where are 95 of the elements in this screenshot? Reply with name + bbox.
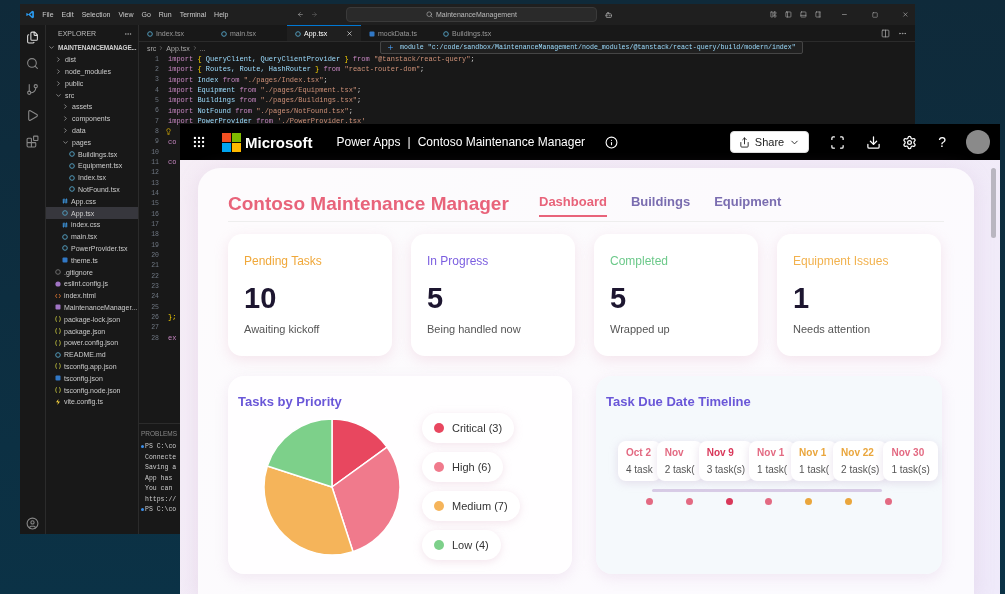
four-squares-logo — [222, 132, 241, 152]
file-icon — [62, 210, 68, 217]
account-icon[interactable] — [26, 517, 39, 530]
chat-bot-icon[interactable] — [604, 9, 613, 20]
plus-icon — [387, 44, 394, 51]
timeline-date: Nov 30 — [891, 447, 926, 458]
panel-left-icon[interactable] — [785, 10, 792, 19]
timeline-count: 3 task(s) — [706, 464, 746, 475]
braces-icon — [55, 316, 61, 323]
stat-value: 10 — [244, 282, 278, 315]
timeline-count: 4 task — [626, 464, 653, 475]
stat-label: Pending Tasks — [244, 254, 323, 268]
lightbulb-icon[interactable] — [165, 127, 172, 135]
panel-title: Tasks by Priority — [238, 394, 343, 409]
download-button[interactable] — [866, 134, 882, 150]
file-icon — [295, 30, 301, 37]
braces-icon — [55, 387, 61, 393]
stat-label: Equipment Issues — [793, 254, 890, 268]
timeline-count: 1 task(s) — [891, 464, 930, 475]
brand-name: Microsoft — [245, 133, 313, 151]
stat-caption: Awaiting kickoff — [244, 323, 321, 335]
panel-right-icon[interactable] — [814, 10, 822, 19]
chevron-right-icon — [158, 45, 165, 51]
product-name: Power Apps — [336, 135, 401, 149]
panel-title: Task Due Date Timeline — [606, 394, 752, 409]
layout-icon[interactable] — [770, 10, 778, 19]
hash-icon — [62, 198, 68, 205]
chevron-down-icon — [48, 44, 55, 52]
timeline-count: 2 task(s) — [841, 464, 880, 475]
files-icon[interactable] — [26, 31, 39, 44]
search-icon[interactable] — [26, 57, 39, 70]
maximize-icon[interactable] — [872, 10, 879, 19]
stat-value: 5 — [610, 282, 628, 315]
legend-item: High (6) — [422, 452, 504, 482]
file-icon — [55, 304, 61, 311]
legend-item: Critical (3) — [422, 413, 515, 443]
app-logo-icon — [26, 9, 35, 20]
braces-icon — [55, 363, 61, 370]
stat-caption: Being handled now — [427, 323, 522, 335]
help-button[interactable]: ? — [938, 134, 946, 150]
file-icon — [369, 30, 375, 37]
file-icon — [221, 30, 227, 37]
split-editor-icon[interactable] — [881, 28, 890, 38]
scrollbar-thumb[interactable] — [991, 168, 996, 238]
file-icon — [147, 30, 153, 37]
nav-tab[interactable]: Buildings — [630, 190, 691, 217]
avatar[interactable] — [966, 130, 990, 154]
status-dot-icon — [141, 445, 144, 449]
status-dot-icon — [141, 508, 144, 512]
chevron-down-icon — [55, 91, 62, 99]
chevron-right-icon — [191, 45, 198, 51]
timeline-count: 2 task( — [664, 464, 695, 475]
close-icon[interactable] — [902, 10, 909, 19]
timeline-date: Nov — [664, 447, 685, 458]
run-icon[interactable] — [26, 109, 39, 122]
stat-caption: Needs attention — [793, 323, 872, 335]
timeline-date: Nov 9 — [706, 447, 735, 458]
file-icon — [55, 375, 61, 382]
braces-icon — [55, 328, 61, 334]
hash-icon — [62, 221, 68, 228]
stat-value: 5 — [427, 282, 445, 315]
fit-screen-button[interactable] — [830, 134, 846, 150]
extensions-icon[interactable] — [26, 135, 39, 148]
legend-item: Low (4) — [422, 530, 501, 560]
timeline-count: 1 task( — [757, 464, 788, 475]
close-icon[interactable] — [346, 30, 353, 37]
chevron-down-icon — [62, 138, 69, 146]
bolt-icon — [55, 398, 61, 405]
file-icon — [55, 351, 61, 358]
settings-button[interactable] — [902, 134, 918, 150]
code-icon — [55, 292, 61, 299]
timeline-date: Nov 1 — [757, 447, 786, 458]
back-arrow-icon[interactable] — [296, 10, 304, 19]
app-name: Contoso Maintenance Manager — [417, 135, 586, 149]
stat-caption: Wrapped up — [610, 323, 671, 335]
search-icon — [425, 11, 433, 18]
stat-value: 1 — [793, 282, 811, 315]
branch-icon[interactable] — [26, 83, 39, 96]
app-title: Contoso Maintenance Manager — [228, 192, 510, 215]
timeline-count: 1 task( — [799, 464, 830, 475]
panel-bottom-icon[interactable] — [799, 10, 807, 19]
separator: | — [407, 135, 411, 149]
share-button[interactable]: Share — [729, 131, 810, 153]
app-launcher-icon[interactable] — [192, 135, 206, 149]
legend-item: Medium (7) — [422, 491, 520, 521]
braces-icon — [55, 339, 61, 346]
info-icon[interactable] — [605, 135, 619, 149]
timeline-date: Nov 22 — [841, 447, 875, 458]
timeline-date: Nov 1 — [799, 447, 828, 458]
share-icon — [738, 136, 750, 148]
timeline-date: Oct 2 — [626, 447, 652, 458]
stat-label: Completed — [610, 254, 670, 268]
file-icon — [443, 30, 449, 37]
stat-label: In Progress — [427, 254, 490, 268]
nav-tab[interactable]: Equipment — [714, 190, 782, 217]
